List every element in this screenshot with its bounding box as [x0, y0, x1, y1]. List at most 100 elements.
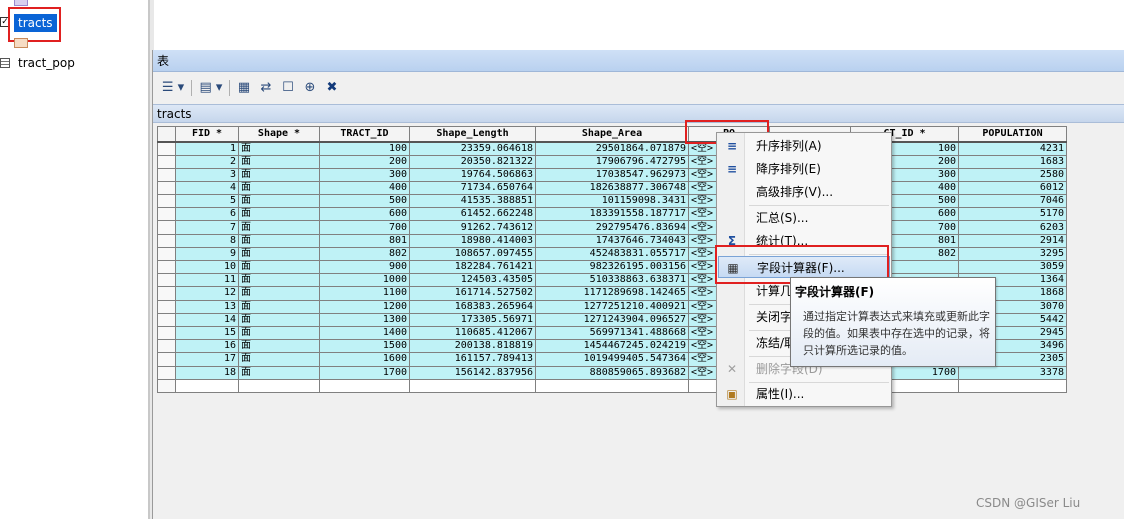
table-cell[interactable]: 面: [238, 167, 320, 182]
table-cell[interactable]: 156142.837956: [409, 365, 536, 380]
row-selector[interactable]: [157, 312, 176, 327]
table-cell[interactable]: 17906796.472795: [535, 154, 689, 169]
table-cell[interactable]: 6012: [958, 180, 1067, 196]
table-cell[interactable]: 15: [175, 325, 239, 341]
row-selector[interactable]: [157, 246, 176, 262]
table-cell[interactable]: 61452.662248: [409, 207, 536, 222]
row-selector[interactable]: [157, 365, 176, 380]
table-cell[interactable]: 802: [319, 246, 410, 262]
table-cell[interactable]: 16: [175, 339, 239, 354]
row-selector[interactable]: [157, 339, 176, 354]
toc-table-tract-pop[interactable]: tract_pop: [18, 56, 75, 70]
row-selector-header[interactable]: [157, 126, 176, 143]
table-row[interactable]: 2 面 200 20350.821322 17906796.472795 <空> 200 16…: [157, 154, 1067, 169]
table-row[interactable]: 8 面 801 18980.414003 17437646.734043 <空> 801 29…: [157, 233, 1067, 248]
table-cell[interactable]: 1683: [958, 154, 1067, 169]
table-cell[interactable]: 10: [175, 259, 239, 275]
table-cell[interactable]: 600: [319, 207, 410, 222]
table-cell[interactable]: 1400: [319, 325, 410, 341]
table-row[interactable]: 7 面 700 91262.743612 292795476.83694 <空> 700 62…: [157, 220, 1067, 235]
zoom-to-selected-icon[interactable]: ⊕: [301, 79, 319, 97]
row-selector[interactable]: [157, 286, 176, 301]
related-tables-icon[interactable]: ▤ ▾: [197, 79, 225, 97]
table-cell[interactable]: 18: [175, 365, 239, 380]
table-cell[interactable]: 173305.56971: [409, 312, 536, 327]
menu-item-advanced-sort[interactable]: 高级排序(V)...: [718, 181, 890, 203]
table-cell[interactable]: 面: [238, 141, 320, 156]
table-cell[interactable]: 510338863.638371: [535, 273, 689, 288]
menu-item-properties[interactable]: ▣ 属性(I)...: [718, 383, 890, 405]
table-cell[interactable]: 292795476.83694: [535, 220, 689, 235]
column-header[interactable]: Shape_Area: [535, 126, 689, 143]
table-cell[interactable]: 5: [175, 194, 239, 209]
column-header[interactable]: TRACT_ID: [319, 126, 410, 143]
table-cell[interactable]: 面: [238, 325, 320, 341]
table-cell[interactable]: 1100: [319, 286, 410, 301]
table-cell[interactable]: 面: [238, 299, 320, 314]
table-cell[interactable]: 18980.414003: [409, 233, 536, 248]
table-cell[interactable]: 17038547.962973: [535, 167, 689, 182]
table-cell[interactable]: 面: [238, 352, 320, 367]
table-cell[interactable]: 5170: [958, 207, 1067, 222]
table-cell[interactable]: 1500: [319, 339, 410, 354]
table-cell[interactable]: 452483831.055717: [535, 246, 689, 262]
table-cell[interactable]: 1277251210.400921: [535, 299, 689, 314]
table-row[interactable]: 9 面 802 108657.097455 452483831.055717 <空> 802…: [157, 246, 1067, 262]
table-cell[interactable]: 1171289698.142465: [535, 286, 689, 301]
table-cell[interactable]: 101159098.3431: [535, 194, 689, 209]
table-cell[interactable]: 182284.761421: [409, 259, 536, 275]
row-selector[interactable]: [157, 154, 176, 169]
row-selector[interactable]: [157, 194, 176, 209]
table-cell[interactable]: 13: [175, 299, 239, 314]
table-cell[interactable]: 161714.527502: [409, 286, 536, 301]
table-cell[interactable]: 1454467245.024219: [535, 339, 689, 354]
table-cell[interactable]: 面: [238, 246, 320, 262]
table-cell[interactable]: 面: [238, 273, 320, 288]
table-cell[interactable]: 3295: [958, 246, 1067, 262]
row-selector[interactable]: [157, 167, 176, 182]
table-tab-title[interactable]: tracts: [153, 104, 1124, 123]
table-cell[interactable]: 982326195.003156: [535, 259, 689, 275]
table-cell[interactable]: 7: [175, 220, 239, 235]
table-cell[interactable]: 108657.097455: [409, 246, 536, 262]
table-cell[interactable]: 1000: [319, 273, 410, 288]
table-cell[interactable]: 6: [175, 207, 239, 222]
row-selector[interactable]: [157, 325, 176, 341]
table-cell[interactable]: 11: [175, 273, 239, 288]
table-cell[interactable]: 2580: [958, 167, 1067, 182]
row-selector[interactable]: [157, 207, 176, 222]
table-cell[interactable]: 6203: [958, 220, 1067, 235]
table-cell[interactable]: 面: [238, 259, 320, 275]
menu-item-sort-ascending[interactable]: ≡ 升序排列(A): [718, 135, 890, 157]
table-cell[interactable]: 1700: [319, 365, 410, 380]
table-cell[interactable]: 7046: [958, 194, 1067, 209]
table-cell[interactable]: 12: [175, 286, 239, 301]
table-cell[interactable]: 168383.265964: [409, 299, 536, 314]
table-cell[interactable]: 3059: [958, 259, 1067, 275]
table-cell[interactable]: 569971341.488668: [535, 325, 689, 341]
table-cell[interactable]: 14: [175, 312, 239, 327]
select-by-attributes-icon[interactable]: ▦: [235, 79, 253, 97]
table-cell[interactable]: 1271243904.096527: [535, 312, 689, 327]
column-header[interactable]: Shape_Length: [409, 126, 536, 143]
table-cell[interactable]: 4231: [958, 141, 1067, 156]
menu-item-summarize[interactable]: 汇总(S)...: [718, 207, 890, 229]
table-cell[interactable]: 100: [319, 141, 410, 156]
table-cell[interactable]: 4: [175, 180, 239, 196]
table-cell[interactable]: 面: [238, 233, 320, 248]
table-cell[interactable]: 71734.650764: [409, 180, 536, 196]
table-cell[interactable]: 面: [238, 180, 320, 196]
table-cell[interactable]: 29501864.071879: [535, 141, 689, 156]
row-selector[interactable]: [157, 141, 176, 156]
table-cell[interactable]: 3: [175, 167, 239, 182]
table-cell[interactable]: 1: [175, 141, 239, 156]
table-cell[interactable]: 2: [175, 154, 239, 169]
table-cell[interactable]: 182638877.306748: [535, 180, 689, 196]
column-header[interactable]: Shape *: [238, 126, 320, 143]
table-cell[interactable]: 91262.743612: [409, 220, 536, 235]
table-cell[interactable]: 1600: [319, 352, 410, 367]
table-cell[interactable]: 200138.818819: [409, 339, 536, 354]
column-header[interactable]: POPULATION: [958, 126, 1067, 143]
row-selector[interactable]: [157, 352, 176, 367]
table-cell[interactable]: 200: [319, 154, 410, 169]
